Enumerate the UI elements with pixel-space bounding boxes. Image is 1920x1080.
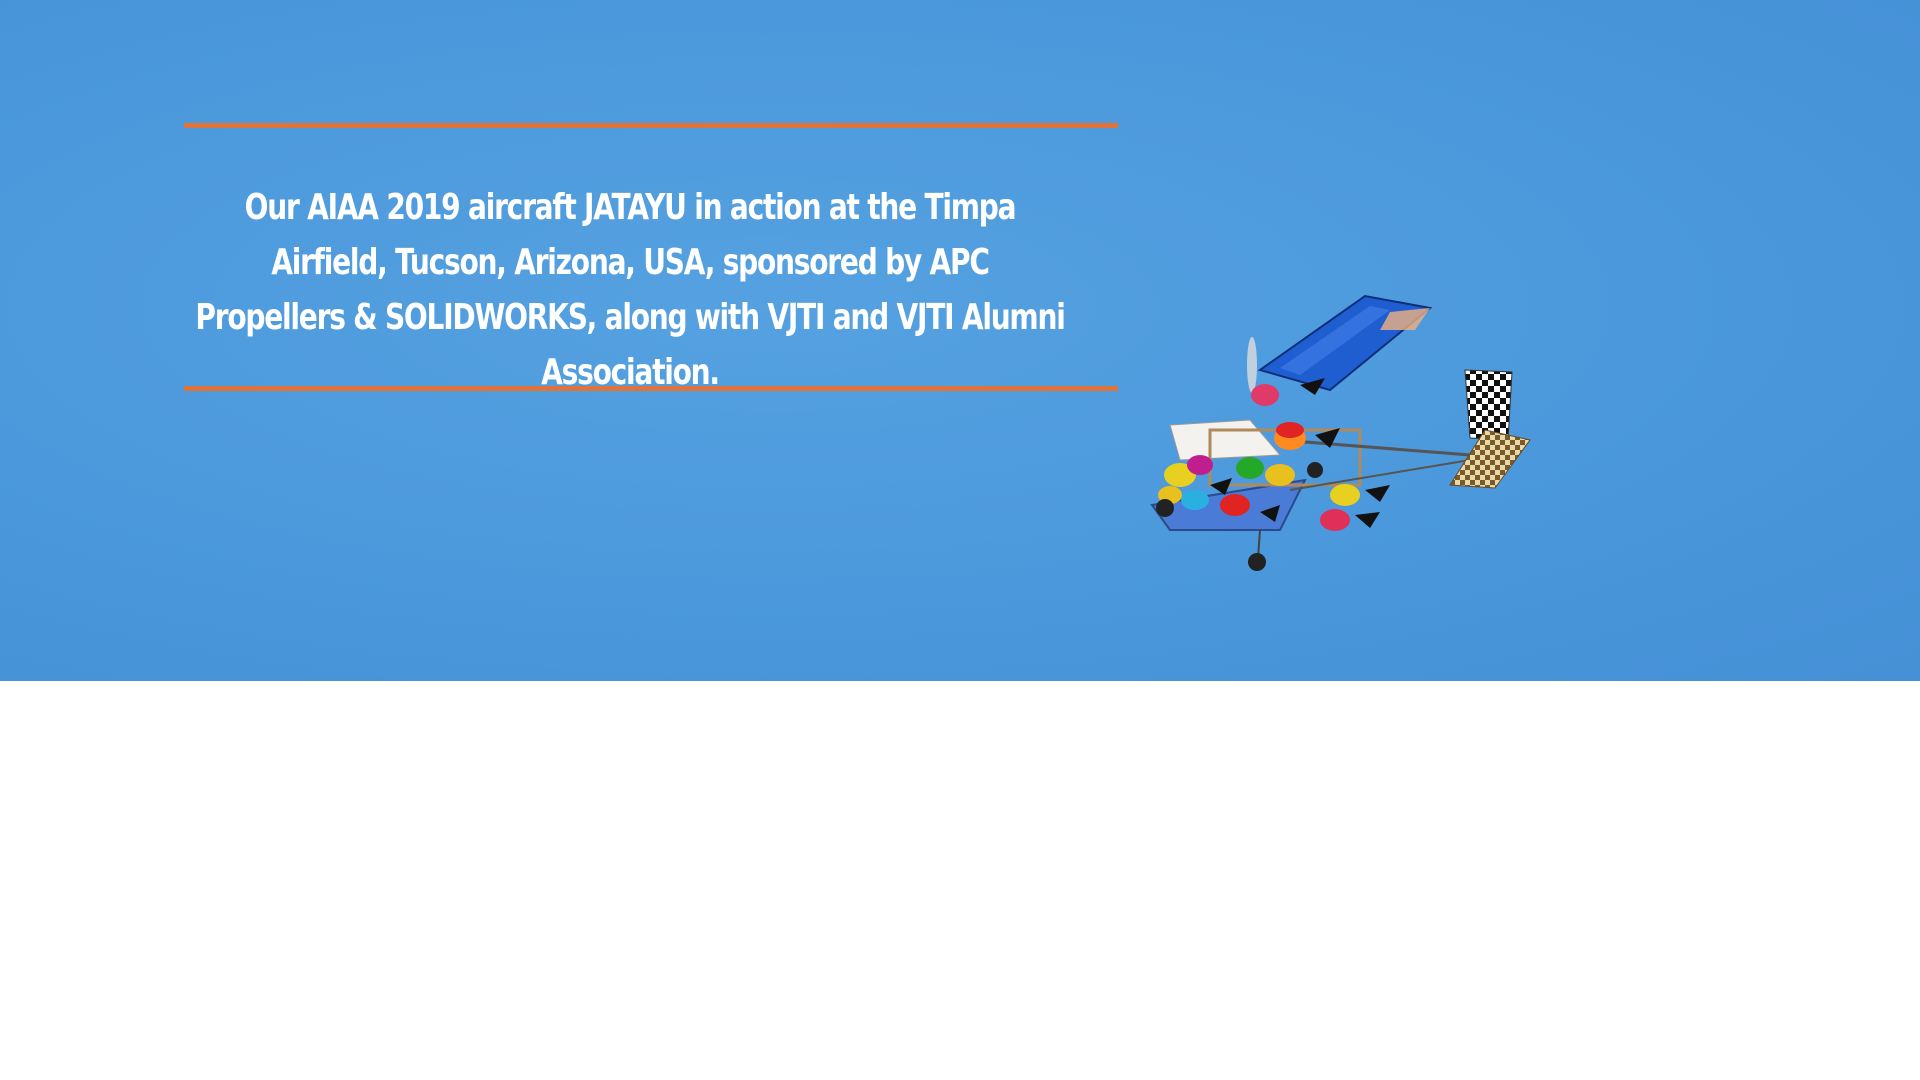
bottom-divider bbox=[184, 386, 1118, 391]
top-divider bbox=[184, 123, 1118, 128]
hero-banner: Our AIAA 2019 aircraft JATAYU in action … bbox=[0, 0, 1920, 681]
hero-caption: Our AIAA 2019 aircraft JATAYU in action … bbox=[195, 187, 1065, 393]
aircraft-image bbox=[1150, 294, 1531, 571]
page-body-blank bbox=[0, 681, 1920, 1080]
